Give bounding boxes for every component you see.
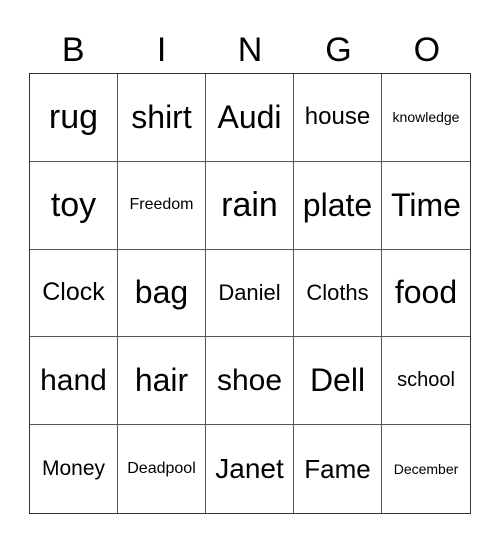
bingo-cell[interactable]: school — [382, 337, 470, 426]
bingo-cell[interactable]: rain — [206, 161, 294, 250]
bingo-cell[interactable]: house — [294, 74, 382, 162]
bingo-cell[interactable]: bag — [118, 249, 206, 338]
bingo-cell[interactable]: hair — [118, 337, 206, 426]
bingo-cell[interactable]: shirt — [118, 74, 206, 162]
bingo-cell[interactable]: Dell — [294, 337, 382, 426]
bingo-cell[interactable]: Deadpool — [118, 425, 206, 513]
bingo-cell[interactable]: Audi — [206, 74, 294, 162]
header-letter-o: O — [413, 31, 441, 69]
bingo-cell[interactable]: toy — [30, 161, 118, 250]
bingo-cell[interactable]: Time — [382, 162, 470, 250]
bingo-cell[interactable]: rug — [30, 74, 118, 162]
header-letter-n: N — [237, 31, 263, 69]
bingo-cell[interactable]: Janet — [206, 425, 294, 513]
bingo-grid: rug shirt Audi house knowledge toy Freedom rain… — [29, 73, 471, 514]
bingo-cell[interactable]: Freedom — [118, 161, 206, 250]
bingo-cell[interactable]: Daniel — [206, 249, 294, 338]
bingo-cell[interactable]: plate — [294, 161, 382, 250]
bingo-cell[interactable]: hand — [30, 337, 118, 426]
bingo-cell[interactable]: Clock — [30, 249, 118, 338]
bingo-cell[interactable]: Fame — [294, 425, 382, 513]
bingo-cell[interactable]: December — [382, 425, 470, 513]
bingo-cell[interactable]: knowledge — [382, 74, 470, 162]
bingo-cell[interactable]: shoe — [206, 337, 294, 426]
header-letter-i: I — [156, 31, 167, 69]
bingo-header: B I N G O — [29, 28, 471, 72]
header-letter-g: G — [325, 31, 352, 69]
bingo-cell[interactable]: food — [382, 250, 470, 338]
bingo-cell[interactable]: Money — [30, 425, 118, 513]
header-letter-b: B — [61, 31, 85, 69]
bingo-cell[interactable]: Cloths — [294, 249, 382, 338]
